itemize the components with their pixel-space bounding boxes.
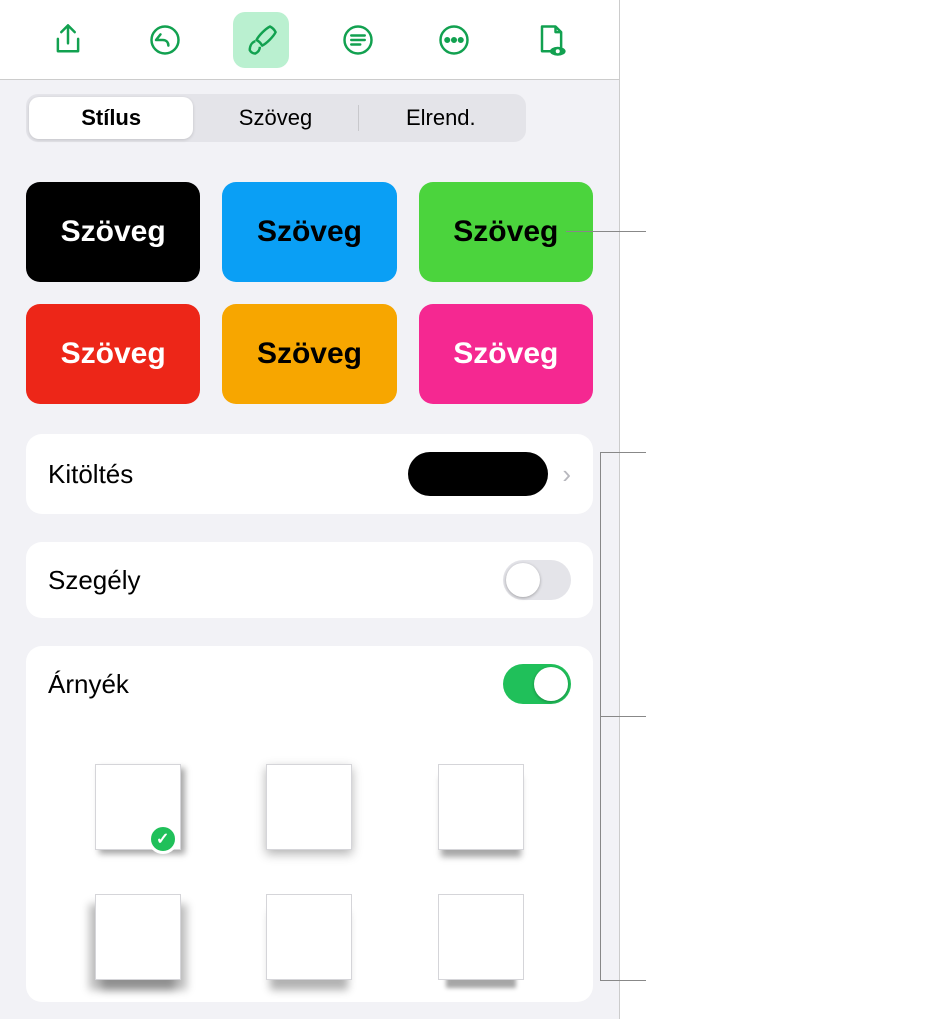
document-eye-icon bbox=[533, 22, 569, 58]
callout-line bbox=[600, 452, 646, 453]
fill-group: Kitöltés › bbox=[26, 434, 593, 514]
undo-icon bbox=[147, 22, 183, 58]
shadow-option-3[interactable] bbox=[395, 742, 567, 872]
style-swatch-1[interactable]: Szöveg bbox=[26, 182, 200, 282]
style-swatch-2[interactable]: Szöveg bbox=[222, 182, 396, 282]
style-swatch-3[interactable]: Szöveg bbox=[419, 182, 593, 282]
list-icon bbox=[340, 22, 376, 58]
border-label: Szegély bbox=[48, 565, 141, 596]
tab-style[interactable]: Stílus bbox=[29, 97, 193, 139]
more-icon bbox=[436, 22, 472, 58]
callout-line bbox=[600, 980, 646, 981]
shadow-option-2[interactable] bbox=[224, 742, 396, 872]
style-swatch-5[interactable]: Szöveg bbox=[222, 304, 396, 404]
shadow-toggle[interactable] bbox=[503, 664, 571, 704]
presenter-button[interactable] bbox=[523, 12, 579, 68]
shadow-label: Árnyék bbox=[48, 669, 129, 700]
border-toggle[interactable] bbox=[503, 560, 571, 600]
list-button[interactable] bbox=[330, 12, 386, 68]
tab-arrange[interactable]: Elrend. bbox=[359, 97, 523, 139]
more-button[interactable] bbox=[426, 12, 482, 68]
chevron-right-icon: › bbox=[562, 461, 571, 487]
fill-row[interactable]: Kitöltés › bbox=[26, 434, 593, 514]
share-button[interactable] bbox=[40, 12, 96, 68]
undo-button[interactable] bbox=[137, 12, 193, 68]
style-swatch-grid: SzövegSzövegSzövegSzövegSzövegSzöveg bbox=[26, 182, 593, 404]
shadow-option-1[interactable]: ✓ bbox=[52, 742, 224, 872]
segmented-control: Stílus Szöveg Elrend. bbox=[26, 94, 526, 142]
callout-line bbox=[566, 231, 646, 232]
toolbar bbox=[0, 0, 619, 80]
callout-line bbox=[600, 716, 646, 717]
shadow-options-grid: ✓ bbox=[26, 722, 593, 1002]
fill-color-preview bbox=[408, 452, 548, 496]
shadow-option-5[interactable] bbox=[224, 872, 396, 1002]
format-brush-button[interactable] bbox=[233, 12, 289, 68]
share-icon bbox=[50, 22, 86, 58]
shadow-option-4[interactable] bbox=[52, 872, 224, 1002]
format-content: Stílus Szöveg Elrend. SzövegSzövegSzöveg… bbox=[0, 80, 619, 1019]
tab-text[interactable]: Szöveg bbox=[193, 97, 357, 139]
shadow-group: Árnyék ✓ bbox=[26, 646, 593, 1002]
brush-icon bbox=[243, 22, 279, 58]
style-swatch-4[interactable]: Szöveg bbox=[26, 304, 200, 404]
format-panel: Stílus Szöveg Elrend. SzövegSzövegSzöveg… bbox=[0, 0, 620, 1019]
border-group: Szegély bbox=[26, 542, 593, 618]
shadow-row: Árnyék bbox=[26, 646, 593, 722]
border-row: Szegély bbox=[26, 542, 593, 618]
shadow-option-6[interactable] bbox=[395, 872, 567, 1002]
style-swatch-6[interactable]: Szöveg bbox=[419, 304, 593, 404]
check-icon: ✓ bbox=[148, 824, 178, 854]
fill-label: Kitöltés bbox=[48, 459, 133, 490]
